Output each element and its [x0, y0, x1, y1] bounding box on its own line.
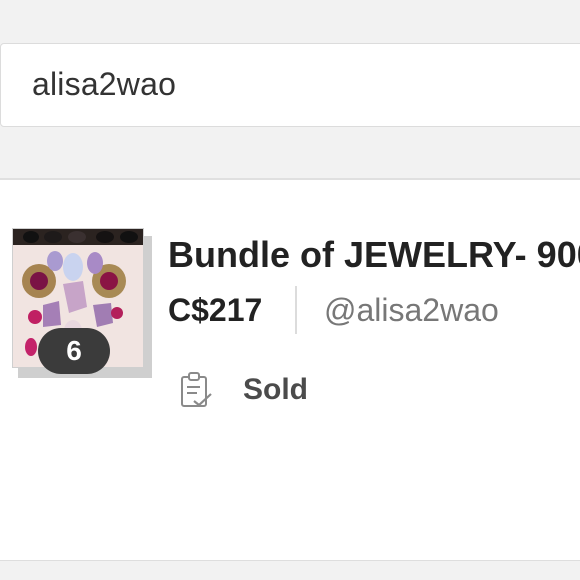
- sold-status: Sold: [243, 373, 308, 406]
- photo-count-badge: 6: [38, 328, 110, 374]
- seller-handle[interactable]: @alisa2wao: [324, 292, 499, 329]
- price-seller-divider: [295, 286, 297, 334]
- listing-card[interactable]: 6 Bundle of JEWELRY- 900 C$217 @alisa2wa…: [0, 178, 580, 561]
- listing-thumbnail[interactable]: 6: [12, 228, 152, 378]
- search-input[interactable]: alisa2wao: [0, 43, 580, 127]
- clipboard-check-icon: [178, 370, 214, 410]
- listing-price: C$217: [168, 292, 263, 328]
- search-query: alisa2wao: [32, 66, 177, 102]
- listing-title[interactable]: Bundle of JEWELRY- 900: [168, 234, 580, 276]
- header-area: alisa2wao: [0, 0, 580, 178]
